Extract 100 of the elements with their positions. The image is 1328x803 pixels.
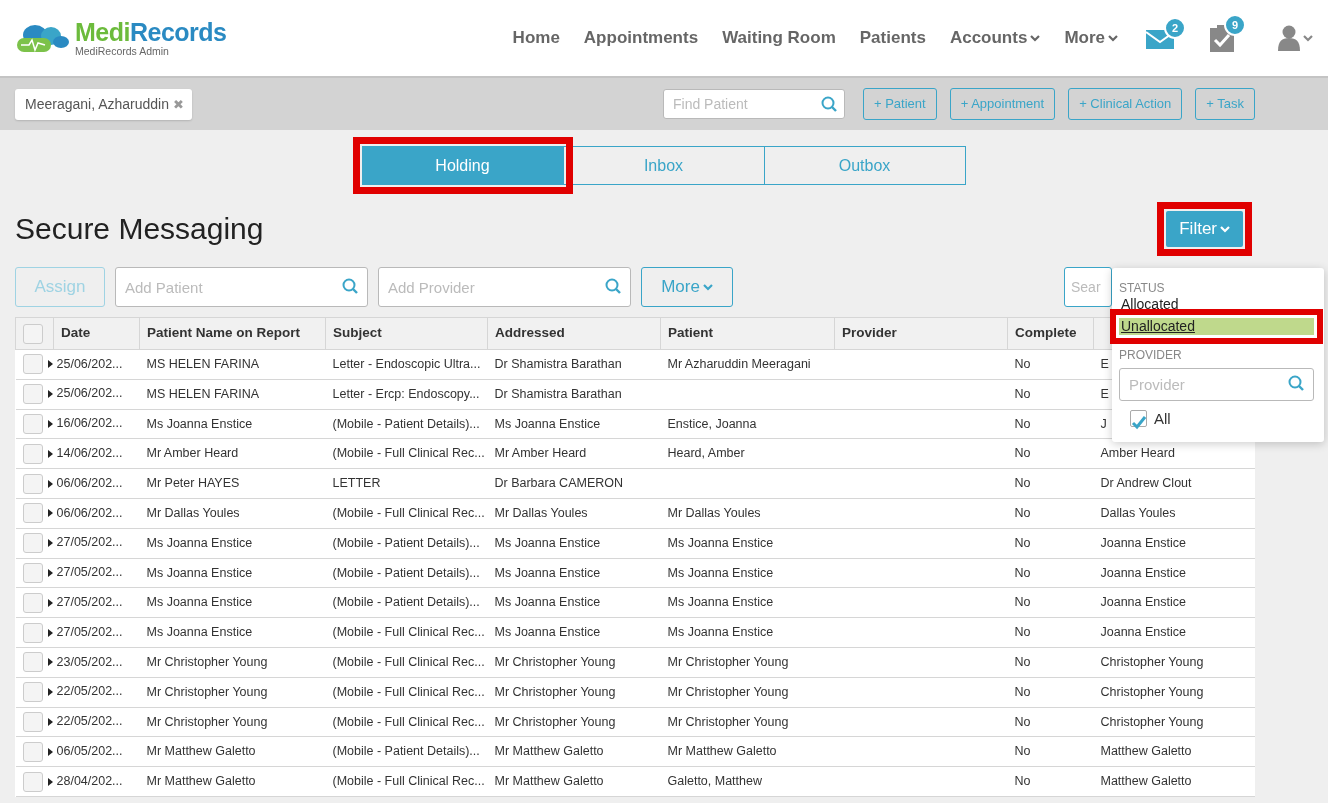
table-cell: Mr Matthew Galetto [494,744,604,759]
caret-icon [1303,34,1313,42]
all-checkbox[interactable] [1130,410,1147,428]
row-checkbox[interactable] [22,652,43,673]
expand-icon[interactable] [47,777,53,786]
table-cell: Joanna Enstice [1100,595,1186,610]
tasks-button[interactable]: 9 [1210,14,1246,52]
table-cell: J [1100,416,1107,431]
table-cell: No [1014,476,1031,491]
expand-icon[interactable] [47,449,53,458]
nav-link[interactable]: More [1064,25,1118,51]
expand-icon[interactable] [47,628,53,637]
expand-icon[interactable] [47,747,53,756]
table-cell: No [1014,386,1031,401]
table-cell: Mr Matthew Galetto [667,744,777,759]
page-title: Secure Messaging [15,211,264,247]
table-cell: Mr Dallas Youles [667,506,761,520]
table-cell: Ms Joanna Enstice [146,565,253,580]
table-cell: E [1100,357,1109,371]
table-cell: No [1014,774,1031,789]
select-all-checkbox[interactable] [23,323,43,344]
expand-icon[interactable] [47,420,53,428]
table-cell: Ms Joanna Enstice [146,625,253,640]
nav-link[interactable]: Home [512,25,560,51]
table-cell: Ms Joanna Enstice [667,595,774,610]
table-cell: 27/05/202... [56,535,123,550]
table-cell: Dr Andrew Clout [1100,476,1192,491]
table-cell: Ms Joanna Enstice [494,416,601,431]
expand-icon[interactable] [47,509,53,518]
row-checkbox[interactable] [22,741,43,762]
user-menu-button[interactable] [1278,25,1313,51]
table-cell: Mr Azharuddin Meeragani [667,357,811,371]
row-checkbox[interactable] [22,414,43,434]
expand-icon[interactable] [47,568,53,577]
nav-link[interactable]: Appointments [583,25,699,51]
nav-link[interactable]: Waiting Room [722,25,836,51]
row-checkbox[interactable] [22,384,43,405]
table-cell: Ms Joanna Enstice [494,565,601,580]
table-cell: Christopher Young [1100,714,1204,729]
table-cell: Ms Joanna Enstice [667,625,774,640]
table-cell: Mr Christopher Young [146,714,268,729]
close-button[interactable]: ✖ [173,96,184,112]
table-cell: No [1014,446,1031,461]
nav-link[interactable]: Patients [859,25,926,51]
table-cell: Mr Matthew Galetto [494,774,604,789]
status-option[interactable]: Allocated [1119,296,1314,313]
filter-button[interactable]: Filter [1166,211,1243,247]
table-cell: 23/05/202... [56,654,123,669]
table-cell: 16/06/202... [56,416,123,431]
add-provider-field[interactable]: Add Provider [378,267,631,307]
nav-link[interactable]: Accounts [949,25,1041,51]
expand-icon[interactable] [47,688,53,697]
row-checkbox[interactable] [22,354,43,375]
expand-icon[interactable] [47,658,53,667]
tab[interactable]: Inbox [562,146,765,185]
search-field[interactable]: Sear [1064,267,1112,307]
expand-icon[interactable] [47,717,53,726]
table-cell: Ms Joanna Enstice [146,535,253,550]
table-cell: Dr Shamistra Barathan [494,357,622,371]
table-cell: Enstice, Joanna [667,416,757,431]
row-checkbox[interactable] [22,473,43,494]
table-cell: (Mobile - Patient Details)... [332,565,480,580]
table-cell: 27/05/202... [56,624,123,639]
tab[interactable]: Outbox [763,146,966,185]
table-cell: Mr Christopher Young [667,655,789,669]
expand-icon[interactable] [47,360,53,369]
messages-button[interactable]: 2 [1146,16,1186,50]
row-checkbox[interactable] [22,503,43,524]
table-cell: Christopher Young [1100,655,1204,669]
row-checkbox[interactable] [22,711,43,732]
table-cell: Matthew Galetto [1100,774,1192,789]
provider-field[interactable]: Provider [1119,367,1314,401]
expand-icon[interactable] [47,539,53,548]
expand-icon[interactable] [47,598,53,607]
row-checkbox[interactable] [22,533,43,554]
table-cell: Dallas Youles [1100,506,1176,520]
expand-icon[interactable] [47,390,53,399]
more-button[interactable]: More [641,267,733,307]
table-cell: Joanna Enstice [1100,535,1186,550]
add-button[interactable]: + Clinical Action [1068,88,1183,120]
row-checkbox[interactable] [22,562,43,583]
expand-icon[interactable] [47,479,53,488]
row-checkbox[interactable] [22,592,43,613]
table-cell: Mr Peter HAYES [146,476,240,491]
table-cell: (Mobile - Full Clinical Rec... [332,774,485,789]
row-checkbox[interactable] [22,443,43,464]
table-cell: Heard, Amber [667,446,745,461]
table-cell: 27/05/202... [56,565,123,580]
row-checkbox[interactable] [22,622,43,643]
add-button[interactable]: + Patient [863,88,937,120]
row-checkbox[interactable] [22,771,43,792]
table-cell: No [1014,506,1031,520]
add-button[interactable]: + Appointment [949,88,1056,120]
section-heading: PROVIDER [1119,348,1183,361]
user-icon [1278,25,1300,51]
find-patient-field[interactable]: Find Patient [663,89,845,119]
table-cell: No [1014,416,1031,431]
row-checkbox[interactable] [22,682,43,703]
add-patient-field[interactable]: Add Patient [115,267,368,307]
add-button[interactable]: + Task [1195,88,1255,120]
